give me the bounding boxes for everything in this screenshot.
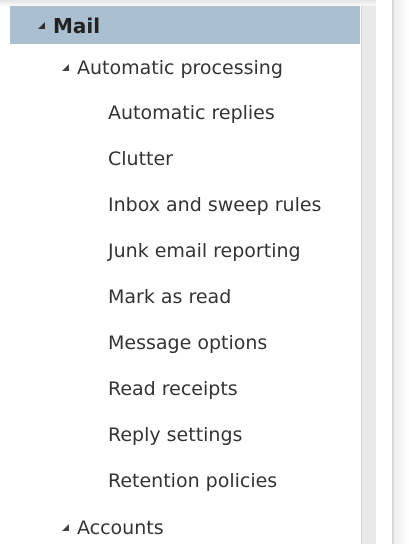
nav-item-read-receipts[interactable]: Read receipts (10, 366, 360, 412)
nav-item-automatic-processing[interactable]: Automatic processing (10, 44, 360, 90)
nav-item-accounts[interactable]: Accounts (10, 504, 360, 544)
nav-item-inbox-and-sweep-rules[interactable]: Inbox and sweep rules (10, 182, 360, 228)
nav-item-junk-email-reporting[interactable]: Junk email reporting (10, 228, 360, 274)
nav-item-clutter[interactable]: Clutter (10, 136, 360, 182)
settings-window: Mail Automatic processing Automatic repl… (0, 0, 409, 544)
nav-item-mail-label: Mail (53, 14, 101, 38)
settings-nav-tree: Mail Automatic processing Automatic repl… (10, 6, 360, 544)
nav-item-automatic-replies[interactable]: Automatic replies (10, 90, 360, 136)
nav-item-automatic-processing-label: Automatic processing (77, 57, 283, 79)
nav-item-retention-policies[interactable]: Retention policies (10, 458, 360, 504)
nav-item-accounts-label: Accounts (77, 517, 164, 539)
nav-item-mark-as-read[interactable]: Mark as read (10, 274, 360, 320)
nav-item-message-options[interactable]: Message options (10, 320, 360, 366)
pane-shadow (394, 0, 409, 544)
nav-item-reply-settings[interactable]: Reply settings (10, 412, 360, 458)
nav-item-mail[interactable]: Mail (10, 6, 360, 44)
expanded-caret-icon[interactable] (62, 63, 69, 71)
expanded-caret-icon[interactable] (38, 21, 45, 29)
expanded-caret-icon[interactable] (62, 523, 69, 531)
vertical-scrollbar[interactable] (361, 6, 376, 544)
